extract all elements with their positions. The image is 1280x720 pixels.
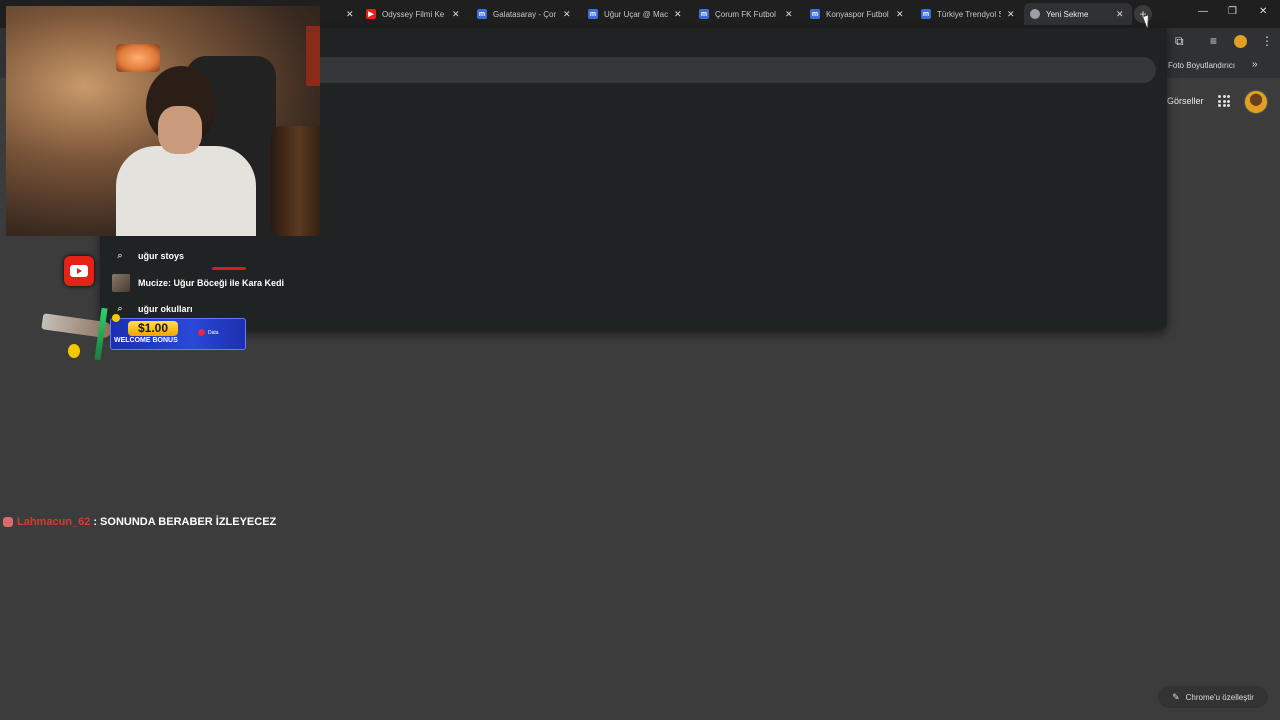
- close-icon[interactable]: ✕: [563, 9, 571, 20]
- close-icon[interactable]: ✕: [896, 9, 904, 20]
- youtube-icon: ▶: [366, 9, 376, 19]
- search-icon: ⌕: [117, 250, 123, 260]
- tab-1[interactable]: ▶ Odyssey Filmi Ke ✕: [360, 3, 466, 25]
- extensions-icon[interactable]: ⧉: [1175, 34, 1184, 49]
- close-icon[interactable]: ✕: [785, 9, 793, 20]
- tab-6[interactable]: m Türkiye Trendyol S ✕: [915, 3, 1021, 25]
- tab-title: Galatasaray - Çor: [493, 9, 557, 19]
- bookmarks-more-icon[interactable]: »: [1252, 59, 1258, 70]
- chat-username: Lahmacun_62: [17, 516, 91, 528]
- suggestion-text: uğur stoys: [138, 250, 185, 261]
- tab-title: Yeni Sekme: [1046, 9, 1089, 19]
- tab-7-active[interactable]: Yeni Sekme ✕: [1024, 3, 1132, 25]
- chat-message: Lahmacun_62 : SONUNDA BERABER İZLEYECEZ: [3, 516, 276, 528]
- minimize-button[interactable]: —: [1198, 6, 1208, 17]
- webcam-background-object: [306, 26, 320, 86]
- tab-4[interactable]: m Çorum FK Futbol ✕: [693, 3, 799, 25]
- webcam-person-body: [116, 146, 256, 236]
- tab-3[interactable]: m Uğur Uçar @ Mac ✕: [582, 3, 688, 25]
- account-avatar[interactable]: [1244, 90, 1268, 114]
- promo-label: WELCOME BONUS: [114, 337, 178, 344]
- user-badge-icon: [3, 517, 13, 527]
- progress-accent: [212, 267, 246, 270]
- m-icon: m: [588, 9, 598, 19]
- chat-text: SONUNDA BERABER İZLEYECEZ: [100, 516, 277, 528]
- m-icon: m: [699, 9, 709, 19]
- close-icon[interactable]: ✕: [1116, 9, 1124, 20]
- tab-title: Konyaspor Futbol: [826, 9, 889, 19]
- close-icon[interactable]: ✕: [452, 9, 460, 20]
- m-icon: m: [477, 9, 487, 19]
- tab-title: Türkiye Trendyol S: [937, 9, 1001, 19]
- tab-title: Çorum FK Futbol: [715, 9, 776, 19]
- pencil-icon: ✎: [1172, 691, 1180, 702]
- tab-title: Odyssey Filmi Ke: [382, 9, 445, 19]
- window-close-button[interactable]: ✕: [1259, 6, 1267, 17]
- menu-dots-icon[interactable]: ⋮: [1261, 34, 1273, 48]
- youtube-icon: [64, 256, 94, 286]
- promo-amount: $1.00: [128, 321, 178, 336]
- profile-avatar[interactable]: [1234, 35, 1247, 48]
- tab-2[interactable]: m Galatasaray - Çor ✕: [471, 3, 577, 25]
- customize-chrome-button[interactable]: ✎ Chrome'u özelleştir: [1158, 686, 1268, 708]
- webcam-lamp: [116, 44, 160, 72]
- suggestion-item[interactable]: Mucize: Uğur Böceği ile Kara Kedi: [112, 274, 284, 292]
- customize-label: Chrome'u özelleştir: [1185, 692, 1254, 702]
- coin-icon: [68, 344, 80, 358]
- media-control-icon[interactable]: ≡: [1210, 34, 1217, 48]
- suggestion-thumbnail: [112, 274, 130, 292]
- webcam-person-face: [158, 106, 202, 154]
- apps-grid-icon[interactable]: [1218, 95, 1230, 107]
- coin-icon: [112, 314, 120, 322]
- brand-logo-icon: [198, 329, 205, 336]
- restore-button[interactable]: ❐: [1228, 6, 1237, 17]
- tab-5[interactable]: m Konyaspor Futbol ✕: [804, 3, 910, 25]
- m-icon: m: [810, 9, 820, 19]
- tab-title: Uğur Uçar @ Mac: [604, 9, 668, 19]
- close-icon[interactable]: ✕: [674, 9, 682, 20]
- chrome-icon: [1030, 9, 1040, 19]
- chat-separator: :: [93, 516, 98, 528]
- images-link[interactable]: Görseller: [1167, 96, 1204, 106]
- close-icon[interactable]: ✕: [1007, 9, 1015, 20]
- suggestion-text: Mucize: Uğur Böceği ile Kara Kedi: [138, 278, 285, 288]
- promo-brand: Data: [198, 329, 219, 336]
- promo-banner: $1.00 WELCOME BONUS Data: [40, 307, 246, 361]
- m-icon: m: [921, 9, 931, 19]
- promo-brand-text: Data: [208, 329, 219, 336]
- suggestion-item[interactable]: ⌕ uğur stoys: [112, 250, 184, 261]
- webcam-drum: [271, 126, 320, 236]
- bookmark-item[interactable]: Foto Boyutlandırıcı: [1168, 61, 1235, 70]
- close-icon[interactable]: ✕: [346, 9, 354, 20]
- webcam-overlay: [6, 6, 320, 236]
